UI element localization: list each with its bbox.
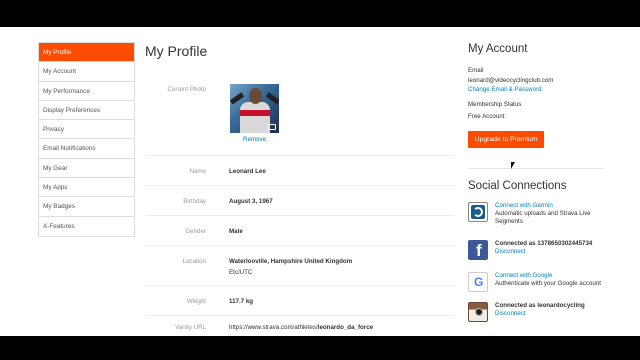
facebook-connection: f Connected as 1378650302445734 Disconne… (468, 240, 608, 262)
weight-value[interactable]: 117.7 kg (229, 298, 253, 305)
sidebar-item-my-apps[interactable]: My Apps (39, 178, 134, 198)
location-label: Location (182, 258, 206, 265)
instagram-disconnect-link[interactable]: Disconnect (495, 310, 610, 318)
garmin-icon (468, 202, 488, 222)
sidebar-item-display-preferences[interactable]: Display Preferences (39, 101, 134, 121)
birthday-label: Birthday (183, 198, 206, 205)
remove-photo-link[interactable]: Remove (243, 136, 266, 143)
camera-icon[interactable] (268, 124, 276, 130)
birthday-value[interactable]: August 3, 1967 (229, 198, 273, 205)
email-label: Email (468, 67, 484, 74)
sidebar-item-privacy[interactable]: Privacy (39, 120, 134, 140)
timezone-value[interactable]: Etc/UTC (229, 269, 252, 276)
facebook-icon: f (468, 240, 488, 260)
garmin-description: Automatic uploads and Strava Live Segmen… (495, 210, 591, 225)
google-description: Authenticate with your Google account (495, 280, 601, 287)
profile-photo[interactable] (230, 84, 279, 133)
mouse-cursor-icon (511, 162, 515, 169)
sidebar-item-my-badges[interactable]: My Badges (39, 197, 134, 217)
change-email-password-link[interactable]: Change Email & Password (468, 86, 542, 94)
membership-status-value: Free Account (468, 113, 505, 120)
google-connection[interactable]: G Connect with Google Authenticate with … (468, 272, 608, 294)
photo-row: Current Photo Remove (145, 84, 455, 158)
sidebar-item-my-profile[interactable]: My Profile (39, 43, 134, 63)
upgrade-to-premium-button[interactable]: Upgrade to Premium (468, 131, 544, 148)
name-value[interactable]: Leonard Lee (229, 168, 266, 175)
current-photo-label: Current Photo (167, 86, 206, 93)
section-divider (468, 168, 604, 169)
location-value[interactable]: Waterlooville, Hampshire United Kingdom (229, 258, 352, 265)
gender-row: Gender Male (145, 215, 455, 245)
vanity-url-label: Vanity URL (175, 324, 206, 331)
social-connections-title: Social Connections (468, 180, 567, 192)
instagram-connected-label: Connected as leonardocycling (495, 302, 585, 309)
sidebar-item-my-performance[interactable]: My Performance (39, 82, 134, 101)
page-title: My Profile (145, 43, 208, 59)
instagram-icon (468, 302, 488, 322)
gender-value[interactable]: Male (229, 228, 243, 235)
account-panel: My Account Email leonard@videocyclingclu… (468, 42, 608, 322)
vanity-url-value[interactable]: https://www.strava.com/athletes/leonardo… (229, 324, 373, 331)
membership-status-label: Membership Status (468, 101, 522, 108)
connect-garmin-link[interactable]: Connect with Garmin (495, 202, 610, 210)
sidebar-item-my-gear[interactable]: My Gear (39, 159, 134, 179)
vanity-url-row: Vanity URL https://www.strava.com/athlet… (145, 315, 455, 336)
weight-row: Weight 117.7 kg (145, 285, 455, 315)
gender-label: Gender (185, 228, 206, 235)
email-value: leonard@videocyclingclub.com (468, 77, 554, 84)
facebook-connected-label: Connected as 1378650302445734 (495, 240, 593, 247)
vanity-url-prefix: https://www.strava.com/athletes/ (229, 324, 318, 331)
my-account-title: My Account (468, 43, 528, 55)
name-row: Name Leonard Lee (145, 155, 455, 185)
sidebar-item-my-account[interactable]: My Account (39, 62, 134, 82)
facebook-disconnect-link[interactable]: Disconnect (495, 248, 610, 256)
instagram-connection: Connected as leonardocycling Disconnect (468, 302, 608, 324)
google-icon: G (468, 272, 488, 292)
garmin-connection[interactable]: Connect with Garmin Automatic uploads an… (468, 202, 610, 225)
weight-label: Weight (186, 298, 206, 305)
vanity-url-slug: leonardo_da_force (317, 324, 374, 331)
connect-google-link[interactable]: Connect with Google (495, 272, 610, 280)
profile-main: My Profile Current Photo Remove Name Leo… (145, 42, 455, 331)
name-label: Name (189, 168, 206, 175)
location-row: Location Waterlooville, Hampshire United… (145, 245, 455, 285)
sidebar-item-email-notifications[interactable]: Email Notifications (39, 139, 134, 159)
app-frame: My Profile My Account My Performance Dis… (0, 27, 640, 336)
birthday-row: Birthday August 3, 1967 (145, 185, 455, 215)
settings-sidebar: My Profile My Account My Performance Dis… (38, 42, 135, 237)
sidebar-item-x-features[interactable]: X-Features (39, 217, 134, 236)
